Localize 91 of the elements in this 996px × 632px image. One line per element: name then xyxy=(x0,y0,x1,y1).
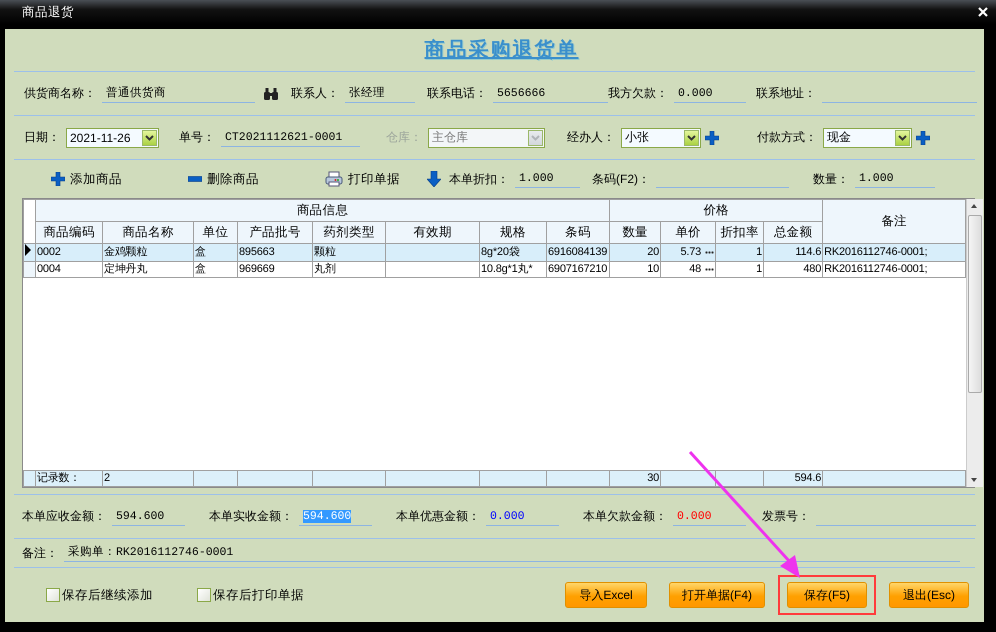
plus-icon[interactable] xyxy=(705,130,719,144)
table-cell: 30 xyxy=(610,470,661,486)
field-label: 经办人： xyxy=(567,129,615,146)
table-cell: 颗粒 xyxy=(312,244,386,262)
field-label: 本单实收金额： xyxy=(209,508,293,525)
dropdown[interactable]: 2021-11-26 xyxy=(66,128,159,148)
dropdown-caret-icon[interactable] xyxy=(142,130,157,146)
column-header[interactable]: 数量 xyxy=(610,222,661,244)
field-label: 条码(F2)： xyxy=(592,170,650,188)
plus-icon[interactable] xyxy=(916,130,930,144)
column-group-header: 价格 xyxy=(610,200,823,222)
column-header[interactable]: 总金额 xyxy=(764,222,823,244)
table-cell: 20 xyxy=(610,244,661,262)
column-header[interactable]: 备注 xyxy=(822,200,966,244)
printer-icon xyxy=(325,171,343,187)
table-cell: RK2016112746-0001; xyxy=(822,244,966,262)
field-label: 供货商名称： xyxy=(24,85,96,102)
input-field[interactable]: 0.000 xyxy=(486,508,559,526)
column-header[interactable]: 商品名称 xyxy=(102,222,194,244)
table-cell: 114.6 xyxy=(764,244,823,262)
column-header[interactable]: 单位 xyxy=(194,222,238,244)
row-header[interactable] xyxy=(24,244,36,262)
dropdown[interactable]: 小张 xyxy=(621,128,701,148)
input-field[interactable]: 0.000 xyxy=(674,84,746,102)
form-title: 商品采购退货单 xyxy=(424,38,578,63)
column-header[interactable]: 折扣率 xyxy=(716,222,764,244)
input-field[interactable]: 1.000 xyxy=(855,170,935,188)
table-cell-text: 5.73 xyxy=(680,245,702,260)
table-cell: 1 xyxy=(716,244,764,262)
field-label: 付款方式： xyxy=(757,129,817,146)
down-arrow-icon[interactable] xyxy=(427,171,441,187)
table-cell: 594.6 xyxy=(764,470,823,486)
action-button[interactable]: 导入Excel xyxy=(565,582,647,608)
field-label: 单号： xyxy=(179,129,215,146)
column-header[interactable]: 商品编码 xyxy=(36,222,102,244)
action-button[interactable]: 打开单据(F4) xyxy=(669,582,765,608)
field-label: 我方欠款： xyxy=(608,85,668,102)
table-cell: 金鸡颗粒 xyxy=(102,244,194,262)
table-cell: 8g*20袋 xyxy=(480,244,546,262)
input-field[interactable]: CT2021112621-0001 xyxy=(221,128,360,146)
field-label: 本单优惠金额： xyxy=(396,508,480,525)
window-title: 商品退货 xyxy=(22,4,74,20)
table-cell-text: 48 xyxy=(689,262,702,276)
action-button[interactable]: 保存(F5) xyxy=(787,582,867,608)
close-icon[interactable] xyxy=(978,7,988,17)
input-field[interactable]: 张经理 xyxy=(345,84,415,102)
field-label: 仓库： xyxy=(386,129,422,146)
delete-item-button[interactable]: 删除商品 xyxy=(185,168,262,190)
field-label: 备注： xyxy=(22,544,58,562)
column-header[interactable]: 单价 xyxy=(660,222,716,244)
table-cell: 6916084139 xyxy=(546,244,610,262)
column-header[interactable]: 产品批号 xyxy=(238,222,312,244)
input-field[interactable]: 1.000 xyxy=(515,170,580,188)
field-label: 数量： xyxy=(813,170,849,188)
input-field[interactable]: 采购单：RK2016112746-0001 xyxy=(64,544,960,562)
table-cell: 0002 xyxy=(36,244,102,262)
field-label: 本单欠款金额： xyxy=(583,508,667,525)
plus-icon xyxy=(51,172,65,186)
checkbox[interactable] xyxy=(197,588,211,602)
print-button[interactable]: 打印单据 xyxy=(322,168,403,190)
column-header[interactable]: 规格 xyxy=(480,222,546,244)
column-header[interactable]: 药剂类型 xyxy=(312,222,386,244)
more-button[interactable] xyxy=(705,251,714,254)
field-label: 联系人： xyxy=(291,85,339,102)
minus-icon xyxy=(188,176,202,182)
dropdown[interactable]: 现金 xyxy=(823,128,912,148)
row-pointer-icon xyxy=(24,244,32,256)
dropdown-caret-icon[interactable] xyxy=(895,130,910,146)
table-cell: 盒 xyxy=(194,244,238,262)
input-field[interactable]: 5656666 xyxy=(493,84,608,102)
checkbox[interactable] xyxy=(46,588,60,602)
field-label: 本单折扣： xyxy=(449,170,509,188)
field-label: 联系地址： xyxy=(756,85,816,102)
column-header[interactable]: 条码 xyxy=(546,222,610,244)
column-header[interactable]: 有效期 xyxy=(386,222,480,244)
table-cell: 2 xyxy=(102,470,194,486)
dropdown-caret-icon[interactable] xyxy=(684,130,699,146)
input-field[interactable]: 普通供货商 xyxy=(102,84,255,102)
field-label: 发票号： xyxy=(762,508,810,525)
binoculars-icon[interactable] xyxy=(263,86,279,100)
add-item-button[interactable]: 添加商品 xyxy=(48,168,125,190)
field-label: 本单应收金额： xyxy=(22,508,106,525)
field-label: 联系电话： xyxy=(427,85,487,102)
more-button[interactable] xyxy=(705,268,714,271)
column-group-header: 商品信息 xyxy=(36,200,610,222)
input-field[interactable]: 594.600 xyxy=(112,508,185,526)
scrollbar[interactable] xyxy=(966,199,984,487)
field-label: 日期： xyxy=(24,129,60,146)
table-cell: 记录数： xyxy=(36,470,102,486)
action-button[interactable]: 退出(Esc) xyxy=(889,582,969,608)
table-cell: 895663 xyxy=(238,244,312,262)
